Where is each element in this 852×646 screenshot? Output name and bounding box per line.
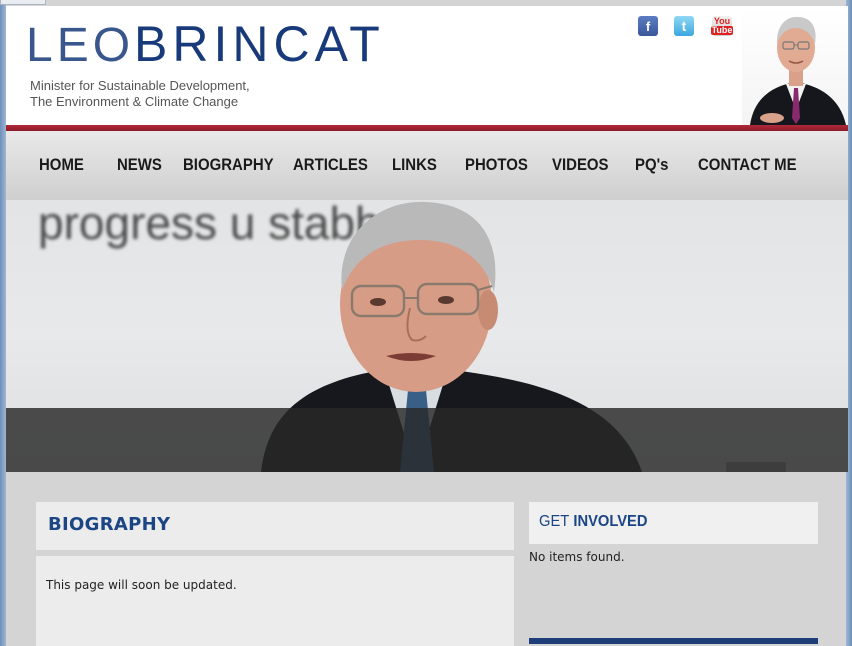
biography-header-panel: BIOGRAPHY [36, 502, 514, 550]
main-navigation: HOME NEWS BIOGRAPHY ARTICLES LINKS PHOTO… [6, 131, 848, 201]
get-involved-title: GET INVOLVED [539, 513, 648, 531]
get-involved-title-bold: INVOLVED [573, 513, 648, 530]
sidebar-blue-block [529, 638, 818, 644]
nav-item-photos[interactable]: PHOTOS [465, 155, 528, 175]
tagline-line-1: Minister for Sustainable Development, [30, 78, 250, 93]
page-title: BIOGRAPHY [48, 514, 171, 535]
facebook-link[interactable]: f [638, 16, 658, 36]
biography-content-panel: This page will soon be updated. [36, 556, 514, 646]
facebook-icon: f [638, 16, 658, 36]
site-tagline: Minister for Sustainable Development, Th… [30, 78, 250, 110]
nav-item-biography[interactable]: BIOGRAPHY [183, 155, 274, 175]
browser-tab-remnant [0, 0, 46, 5]
nav-item-contact-me[interactable]: CONTACT ME [698, 155, 797, 175]
logo-first-name: LEO [26, 19, 135, 72]
youtube-icon-bottom: Tube [710, 25, 734, 35]
hero-banner: progress u stabb [6, 200, 848, 472]
portrait-image [750, 16, 846, 125]
biography-body-text: This page will soon be updated. [46, 578, 237, 592]
twitter-link[interactable]: t [674, 16, 694, 36]
logo-last-name: BRINCAT [134, 16, 385, 72]
nav-item-news[interactable]: NEWS [117, 155, 162, 175]
minister-portrait [742, 6, 848, 125]
nav-item-articles[interactable]: ARTICLES [293, 155, 368, 175]
hero-caption-overlay [6, 408, 848, 472]
site-logo[interactable]: LEOBRINCAT [26, 14, 385, 74]
nav-item-home[interactable]: HOME [39, 155, 84, 175]
nav-item-links[interactable]: LINKS [392, 155, 437, 175]
youtube-link[interactable]: You Tube [710, 16, 734, 36]
get-involved-header: GET INVOLVED [529, 502, 818, 544]
nav-item-videos[interactable]: VIDEOS [552, 155, 609, 175]
get-involved-title-light: GET [539, 513, 570, 530]
twitter-icon: t [674, 16, 694, 36]
tagline-line-2: The Environment & Climate Change [30, 94, 239, 109]
nav-item-pqs[interactable]: PQ's [635, 155, 668, 175]
get-involved-empty-text: No items found. [529, 550, 625, 564]
site-header: LEOBRINCAT Minister for Sustainable Deve… [6, 6, 848, 125]
youtube-icon: You Tube [710, 16, 734, 36]
